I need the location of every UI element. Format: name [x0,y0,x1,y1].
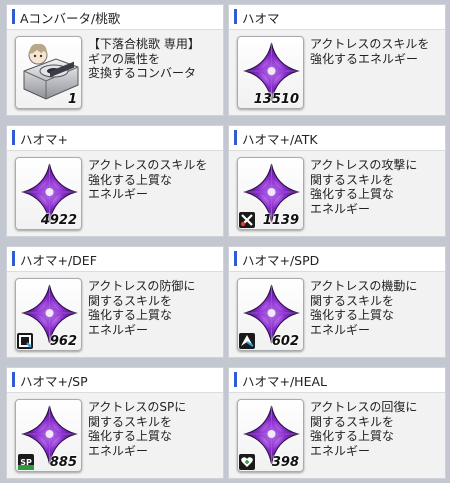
item-description: アクトレスのSPに 関するスキルを 強化する上質な エネルギー [88,400,187,458]
item-quantity: 602 [271,334,299,349]
item-quantity: 962 [49,334,77,349]
item-name: Aコンバータ/桃歌 [20,11,121,26]
item-name: ハオマ+ [20,132,68,147]
item-description: アクトレスのスキルを 強化する上質な エネルギー [88,158,208,201]
item-name: ハオマ+/SPD [242,253,320,268]
spd-wing-icon [239,333,255,349]
item-quantity: 885 [49,455,77,470]
item-description: アクトレスの機動に 関するスキルを 強化する上質な エネルギー [310,279,418,337]
item-card[interactable]: ハオマ+ 4922 アクトレスのスキルを 強化する上質な エネルギー [6,125,224,237]
item-thumbnail[interactable]: 1139 [237,157,304,230]
item-card-header: ハオマ+/DEF [7,247,223,272]
item-card[interactable]: ハオマ+/SPD 602 アクトレスの機動に 関するスキルを 強化する上質な エ… [228,246,446,358]
item-card[interactable]: ハオマ 13510 アクトレスのスキルを 強化するエネルギー [228,4,446,116]
item-thumbnail[interactable]: 1 [15,36,82,109]
item-card-header: ハオマ+ [7,126,223,151]
item-description: アクトレスの回復に 関するスキルを 強化する上質な エネルギー [310,400,418,458]
item-card-header: ハオマ+/SPD [229,247,445,272]
item-card-header: ハオマ [229,5,445,30]
atk-swords-icon [239,212,255,228]
item-card[interactable]: ハオマ+/DEF 962 アクトレスの防御に 関するスキルを 強化する上質な エ… [6,246,224,358]
heal-heart-icon [239,454,255,470]
item-name: ハオマ [242,11,280,26]
header-accent-bar [12,372,15,387]
item-name: ハオマ+/ATK [242,132,318,147]
header-accent-bar [234,251,237,266]
item-quantity: 13510 [253,92,299,107]
item-card-header: Aコンバータ/桃歌 [7,5,223,30]
item-card[interactable]: Aコンバータ/桃歌 1 【下落合桃歌 専用】 ギアの属性を 変換するコンバータ [6,4,224,116]
header-accent-bar [12,251,15,266]
item-description: アクトレスのスキルを 強化するエネルギー [310,37,430,66]
header-accent-bar [234,130,237,145]
header-accent-bar [234,372,237,387]
item-quantity: 398 [271,455,299,470]
item-thumbnail[interactable]: 602 [237,278,304,351]
item-card-header: ハオマ+/HEAL [229,368,445,393]
header-accent-bar [12,9,15,24]
header-accent-bar [12,130,15,145]
item-card-header: ハオマ+/SP [7,368,223,393]
sp-icon: SP [18,454,34,470]
item-name: ハオマ+/SP [20,374,88,389]
item-thumbnail[interactable]: 962 [15,278,82,351]
item-card[interactable]: ハオマ+/ATK 1139 アクトレスの攻撃に 関するスキルを 強化する上質な … [228,125,446,237]
item-card-header: ハオマ+/ATK [229,126,445,151]
item-thumbnail[interactable]: SP 885 [15,399,82,472]
item-grid: Aコンバータ/桃歌 1 【下落合桃歌 専用】 ギアの属性を 変換するコンバータ … [6,4,446,480]
def-shield-icon [17,333,33,349]
header-accent-bar [234,9,237,24]
item-card[interactable]: ハオマ+/HEAL 398 アクトレスの回復に 関するスキルを 強化する上質な … [228,367,446,479]
item-quantity: 1139 [262,213,299,228]
item-description: アクトレスの防御に 関するスキルを 強化する上質な エネルギー [88,279,196,337]
item-description: アクトレスの攻撃に 関するスキルを 強化する上質な エネルギー [310,158,418,216]
item-thumbnail[interactable]: 13510 [237,36,304,109]
item-name: ハオマ+/DEF [20,253,97,268]
item-name: ハオマ+/HEAL [242,374,327,389]
item-description: 【下落合桃歌 専用】 ギアの属性を 変換するコンバータ [88,37,200,80]
svg-text:SP: SP [20,458,32,467]
item-quantity: 4922 [40,213,77,228]
item-thumbnail[interactable]: 4922 [15,157,82,230]
item-thumbnail[interactable]: 398 [237,399,304,472]
item-quantity: 1 [67,92,77,107]
item-card[interactable]: ハオマ+/SP SP 885 アクトレスのSPに 関するスキルを 強化する上質な… [6,367,224,479]
